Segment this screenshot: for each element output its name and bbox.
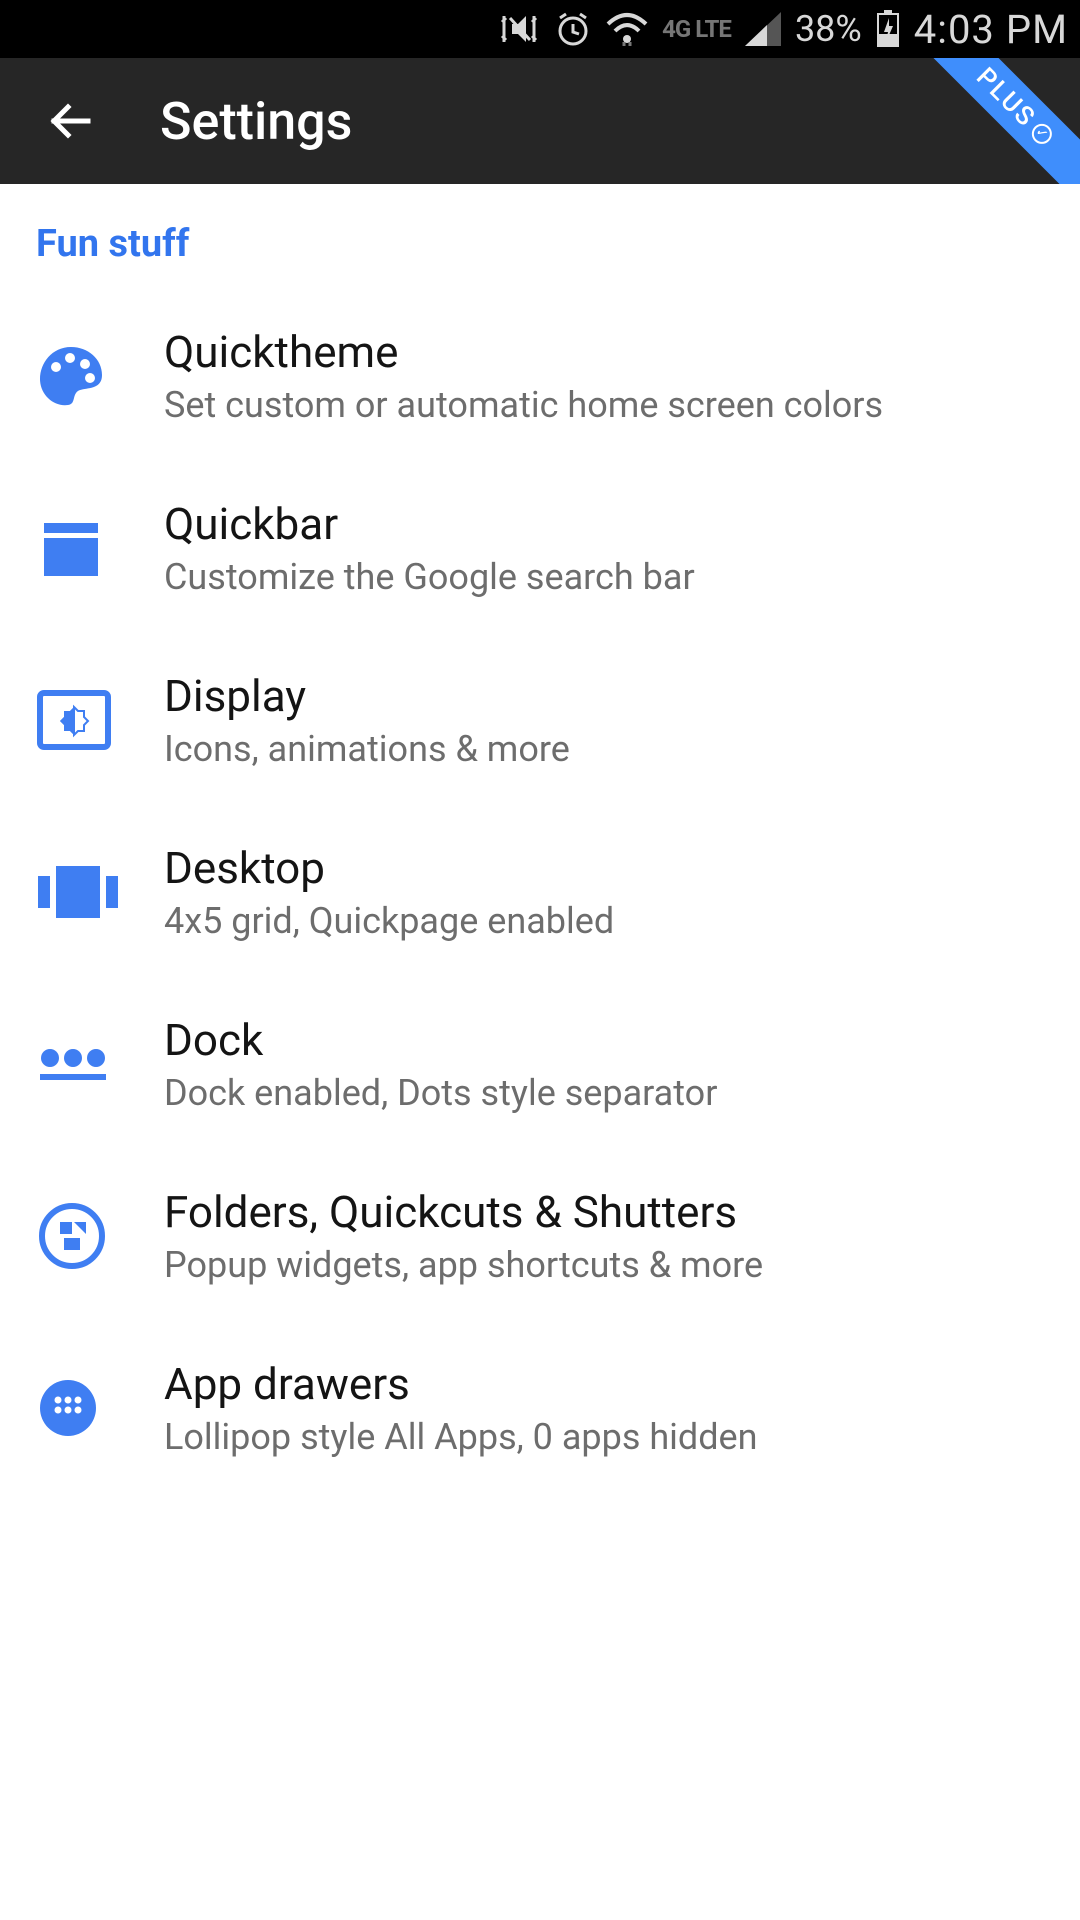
section-header-fun-stuff: Fun stuff xyxy=(0,202,1080,290)
vibrate-mute-icon xyxy=(498,10,540,48)
desktop-icon xyxy=(36,862,120,922)
screen: 4G LTE 38% 4:03 PM Settings xyxy=(0,0,1080,1920)
item-subtitle: Icons, animations & more xyxy=(164,728,1044,770)
dock-icon xyxy=(36,1044,110,1084)
settings-item-desktop[interactable]: Desktop 4x5 grid, Quickpage enabled xyxy=(0,806,1080,978)
item-title: Desktop xyxy=(164,842,1044,894)
network-type-label: 4G LTE xyxy=(662,17,731,41)
item-subtitle: Set custom or automatic home screen colo… xyxy=(164,384,1044,426)
app-drawer-icon xyxy=(36,1376,100,1440)
item-subtitle: Dock enabled, Dots style separator xyxy=(164,1072,1044,1114)
settings-item-folders[interactable]: Folders, Quickcuts & Shutters Popup widg… xyxy=(0,1150,1080,1322)
clock-time: 4:03 PM xyxy=(914,6,1068,53)
plus-label: PLUS xyxy=(970,62,1041,133)
quickbar-icon xyxy=(36,513,106,583)
back-button[interactable] xyxy=(40,91,100,151)
plus-ribbon[interactable]: PLUS ✓ xyxy=(920,58,1080,184)
settings-item-display[interactable]: Display Icons, animations & more xyxy=(0,634,1080,806)
status-bar: 4G LTE 38% 4:03 PM xyxy=(0,0,1080,58)
arrow-left-icon xyxy=(44,95,96,147)
battery-percent: 38% xyxy=(795,8,862,50)
folders-icon xyxy=(36,1200,108,1272)
item-title: Folders, Quickcuts & Shutters xyxy=(164,1186,1044,1238)
item-subtitle: 4x5 grid, Quickpage enabled xyxy=(164,900,1044,942)
item-title: Quickbar xyxy=(164,498,1044,550)
item-title: Quicktheme xyxy=(164,326,1044,378)
settings-item-app-drawers[interactable]: App drawers Lollipop style All Apps, 0 a… xyxy=(0,1322,1080,1494)
item-subtitle: Customize the Google search bar xyxy=(164,556,1044,598)
item-title: App drawers xyxy=(164,1358,1044,1410)
item-title: Dock xyxy=(164,1014,1044,1066)
app-bar: Settings PLUS ✓ xyxy=(0,58,1080,184)
display-icon xyxy=(36,689,112,751)
alarm-icon xyxy=(554,10,592,48)
settings-item-quicktheme[interactable]: Quicktheme Set custom or automatic home … xyxy=(0,290,1080,462)
item-subtitle: Popup widgets, app shortcuts & more xyxy=(164,1244,1044,1286)
check-circle-icon: ✓ xyxy=(1028,120,1056,148)
settings-item-quickbar[interactable]: Quickbar Customize the Google search bar xyxy=(0,462,1080,634)
wifi-icon xyxy=(606,12,648,46)
settings-item-dock[interactable]: Dock Dock enabled, Dots style separator xyxy=(0,978,1080,1150)
item-subtitle: Lollipop style All Apps, 0 apps hidden xyxy=(164,1416,1044,1458)
palette-icon xyxy=(36,341,106,411)
battery-charging-icon xyxy=(876,10,900,48)
cell-signal-icon xyxy=(745,12,781,46)
item-title: Display xyxy=(164,670,1044,722)
settings-list: Fun stuff Quicktheme Set custom or autom… xyxy=(0,184,1080,1920)
page-title: Settings xyxy=(160,91,352,152)
